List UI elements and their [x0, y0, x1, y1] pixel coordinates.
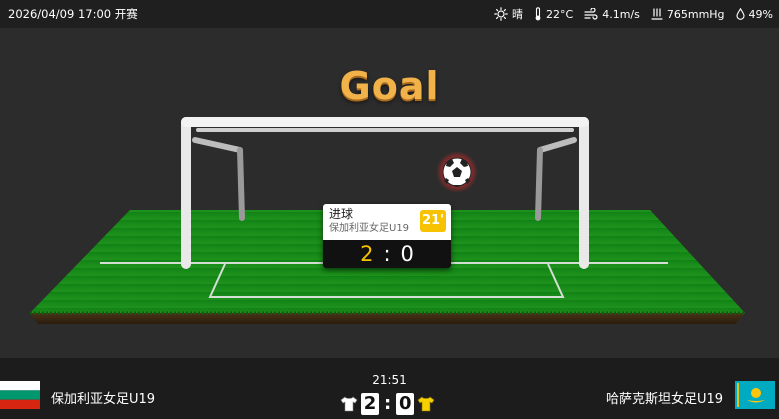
match-datetime: 2026/04/09 17:00 开赛: [8, 7, 138, 21]
wind-icon: [584, 8, 598, 20]
pressure-icon: [651, 8, 663, 20]
match-clock: 21:51: [372, 373, 407, 387]
away-team-name[interactable]: 哈萨克斯坦女足U19: [606, 388, 723, 407]
weather-condition: 晴: [494, 6, 523, 22]
home-shirt-icon: [340, 396, 358, 412]
thermometer-icon: [535, 7, 541, 21]
match-animation: Goal 进球 保加利亚女足U19 21' 2 : 0: [0, 28, 779, 358]
score-separator: :: [384, 393, 392, 414]
humidity-text: 49%: [748, 7, 773, 21]
scoreboard: 保加利亚女足U19 21:51 2 : 0 哈萨克斯坦女足U19: [0, 358, 779, 419]
weather-humidity: 49%: [735, 7, 773, 21]
weather-condition-text: 晴: [512, 8, 524, 21]
main-score: 2 : 0: [340, 393, 435, 415]
top-bar: 2026/04/09 17:00 开赛 晴 22°C 4.1m/s 765mmH…: [0, 0, 779, 28]
weather-info: 晴 22°C 4.1m/s 765mmHg 49%: [494, 6, 773, 22]
kazakhstan-flag-icon: [735, 381, 775, 409]
soccer-ball-icon: [436, 151, 478, 193]
home-score: 2: [361, 393, 379, 415]
event-score-separator: :: [383, 242, 391, 266]
away-shirt-icon: [417, 396, 435, 412]
home-team-name[interactable]: 保加利亚女足U19: [51, 388, 155, 407]
weather-pressure: 765mmHg: [651, 8, 725, 21]
sun-icon: [494, 7, 508, 21]
droplet-icon: [735, 8, 745, 20]
away-score: 0: [396, 393, 415, 415]
pressure-text: 765mmHg: [666, 7, 725, 21]
weather-wind: 4.1m/s: [584, 8, 640, 21]
event-minute-badge: 21': [420, 210, 446, 232]
event-away-score: 0: [400, 242, 414, 266]
wind-text: 4.1m/s: [602, 7, 640, 21]
event-card-header: 进球 保加利亚女足U19 21': [323, 204, 451, 240]
goal-title: Goal: [339, 64, 440, 108]
temperature-text: 22°C: [546, 7, 574, 21]
weather-temperature: 22°C: [534, 7, 573, 21]
goal-event-card: 进球 保加利亚女足U19 21' 2 : 0: [323, 204, 451, 268]
event-score: 2 : 0: [323, 240, 451, 268]
event-home-score: 2: [360, 242, 374, 266]
